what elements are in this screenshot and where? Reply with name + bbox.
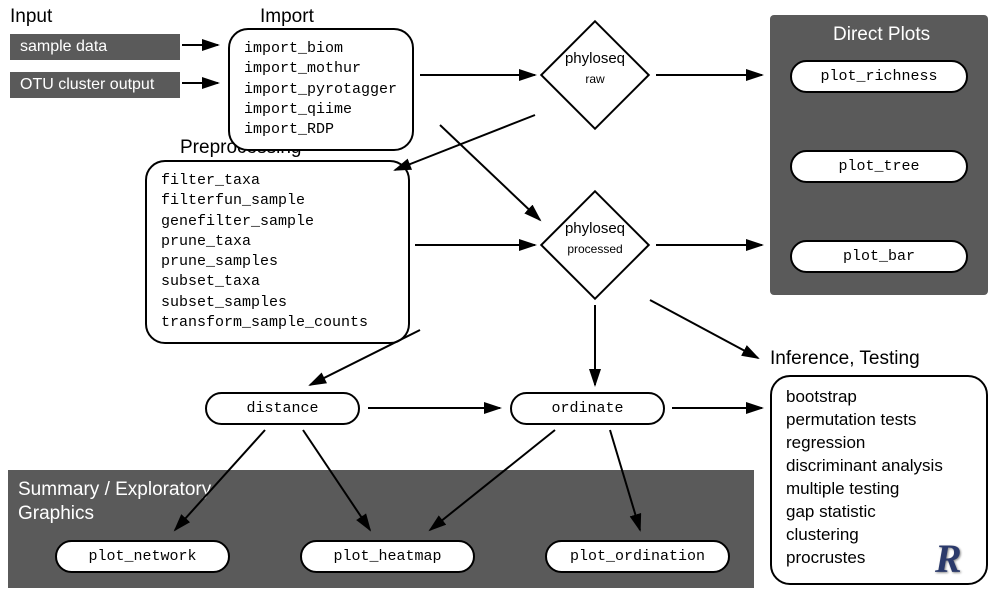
summary-heading: Summary / Exploratory Graphics <box>18 478 211 526</box>
phyloseq-processed-node: phyloseq processed <box>540 190 650 300</box>
phyloseq-raw-sub: raw <box>540 72 650 86</box>
r-logo: R <box>935 535 962 582</box>
input-sample-data: sample data <box>10 34 180 60</box>
inference-heading: Inference, Testing <box>770 348 920 370</box>
phyloseq-proc-title: phyloseq <box>540 220 650 237</box>
plot-ordination-pill: plot_ordination <box>545 540 730 573</box>
distance-pill: distance <box>205 392 360 425</box>
plot-richness-pill: plot_richness <box>790 60 968 93</box>
plot-network-pill: plot_network <box>55 540 230 573</box>
plot-tree-pill: plot_tree <box>790 150 968 183</box>
phyloseq-proc-sub: processed <box>540 242 650 256</box>
plot-bar-pill: plot_bar <box>790 240 968 273</box>
ordinate-pill: ordinate <box>510 392 665 425</box>
phyloseq-raw-title: phyloseq <box>540 50 650 67</box>
input-otu: OTU cluster output <box>10 72 180 98</box>
preprocessing-functions: filter_taxa filterfun_sample genefilter_… <box>161 171 394 333</box>
import-functions: import_biom import_mothur import_pyrotag… <box>244 39 398 140</box>
input-heading: Input <box>10 6 52 28</box>
import-box: import_biom import_mothur import_pyrotag… <box>228 28 414 151</box>
direct-plots-heading: Direct Plots <box>833 24 930 46</box>
preprocessing-box: filter_taxa filterfun_sample genefilter_… <box>145 160 410 344</box>
import-heading: Import <box>260 6 314 28</box>
plot-heatmap-pill: plot_heatmap <box>300 540 475 573</box>
phyloseq-raw-node: phyloseq raw <box>540 20 650 130</box>
